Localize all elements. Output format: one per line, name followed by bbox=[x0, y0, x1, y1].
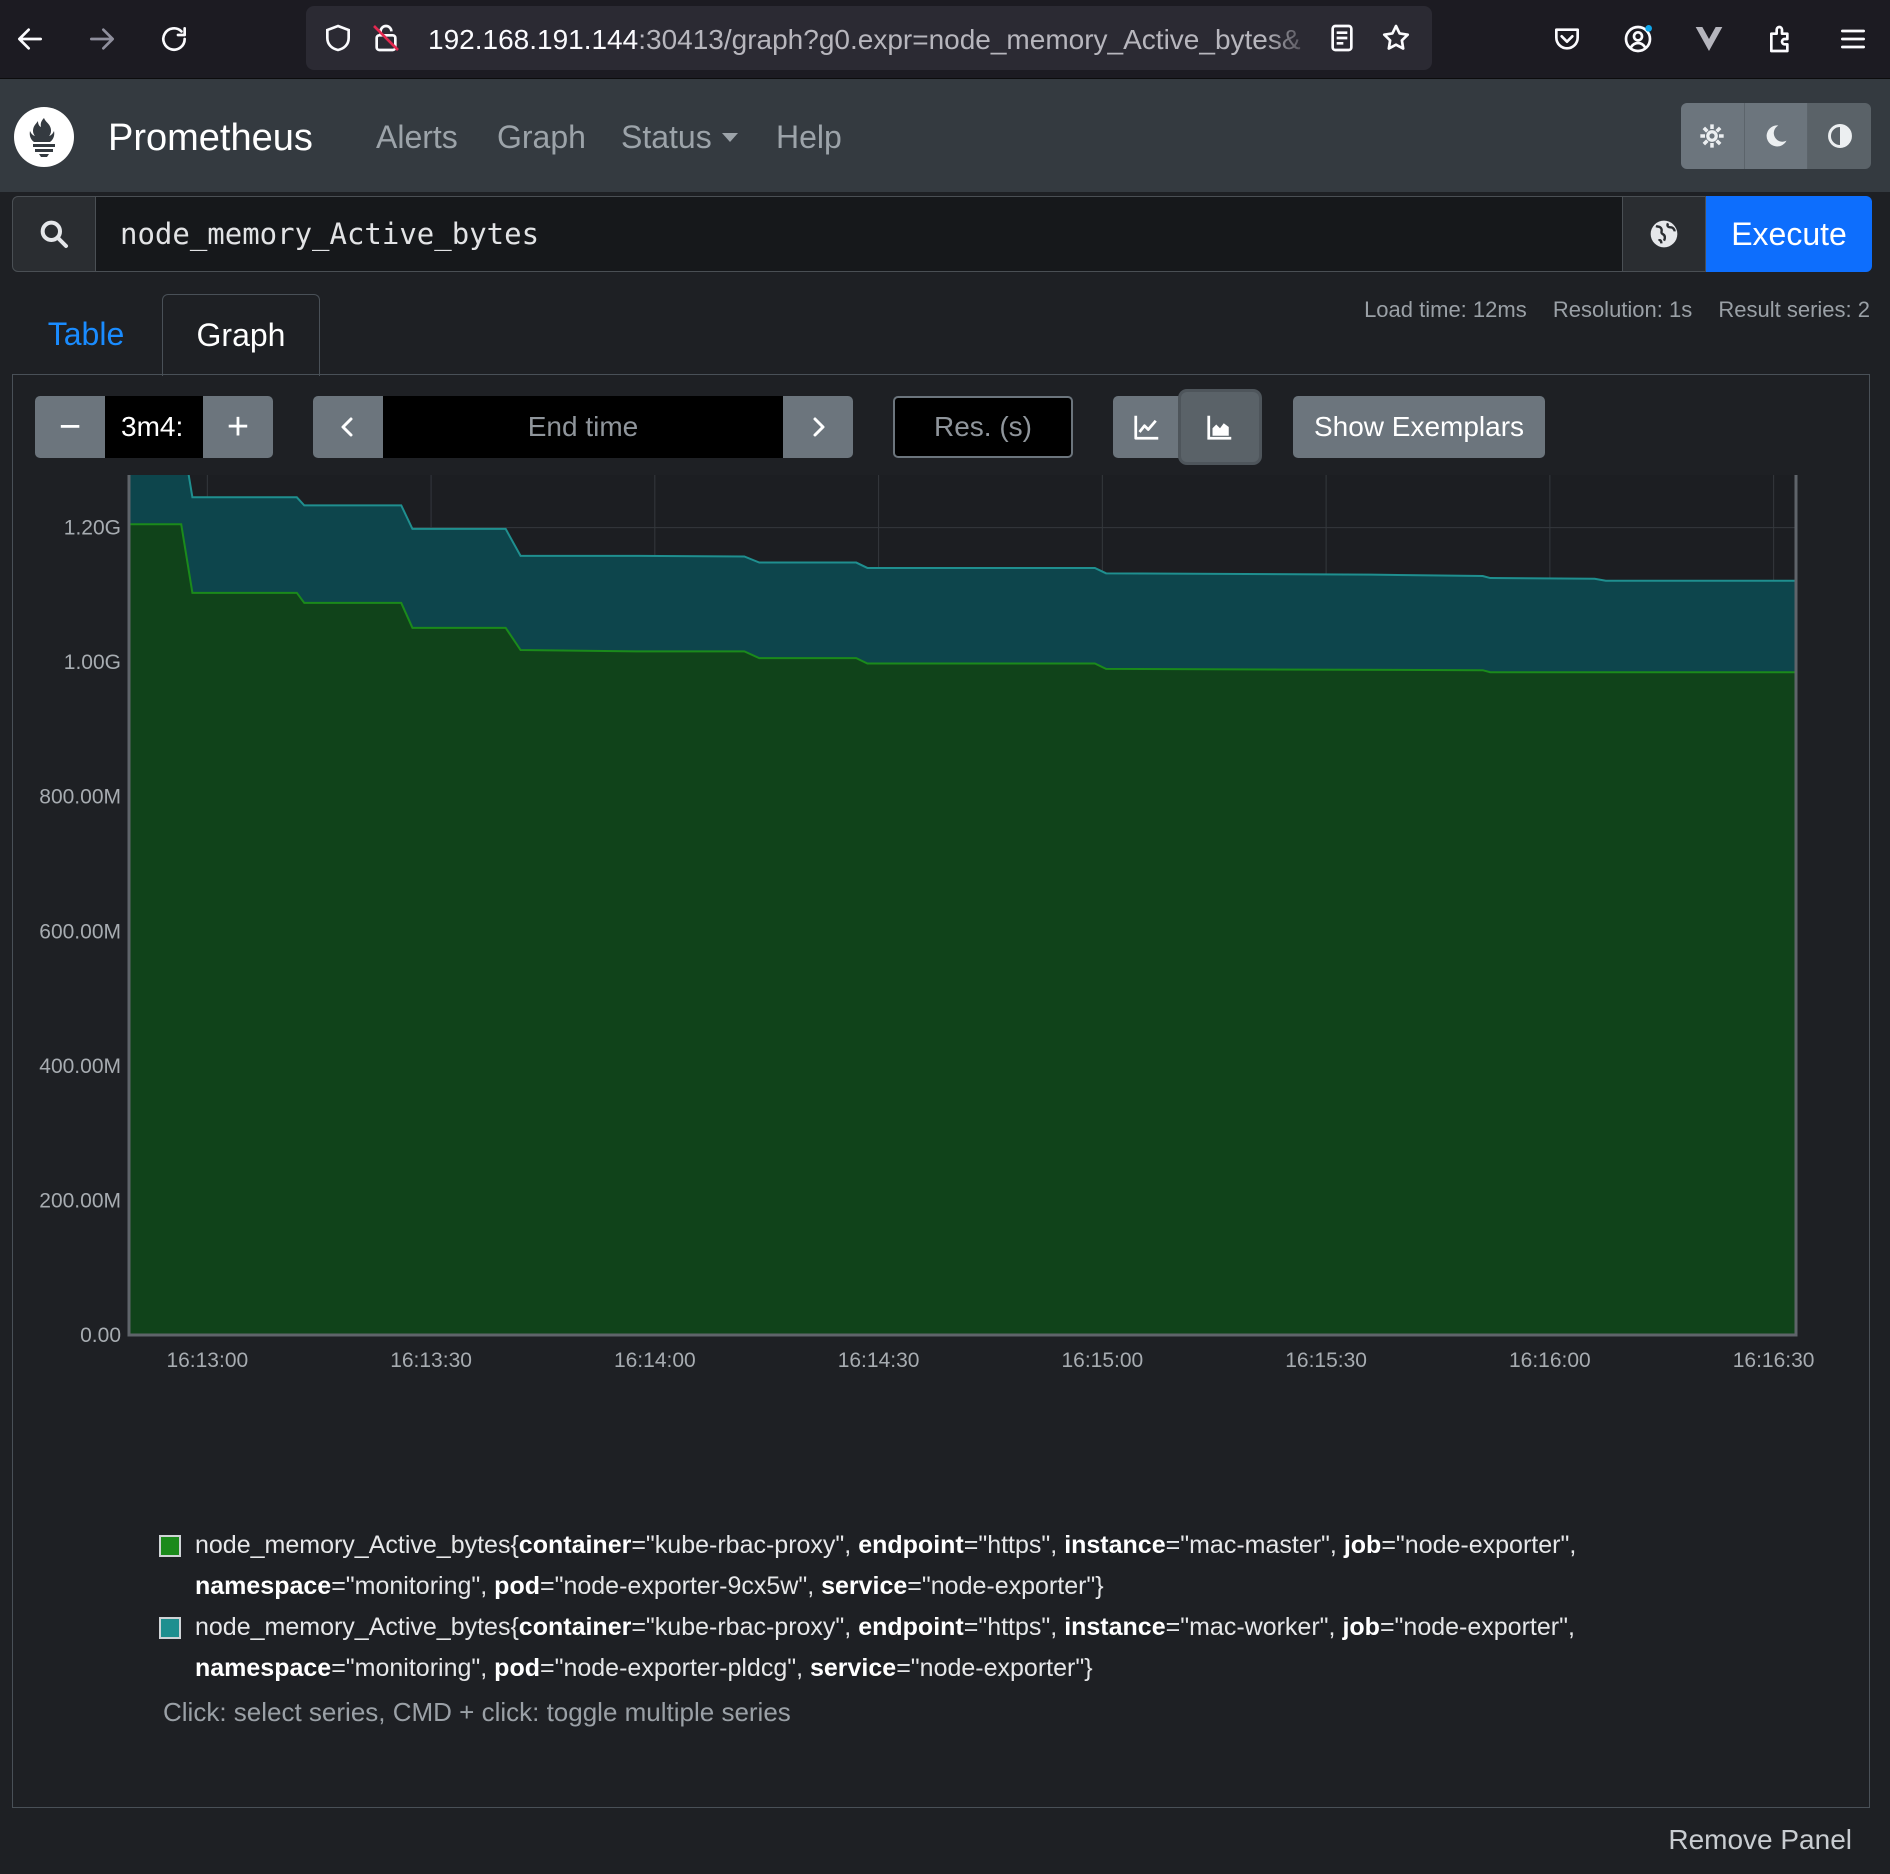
legend-item[interactable]: node_memory_Active_bytes{container="kube… bbox=[159, 1607, 1719, 1689]
legend-label-key: container bbox=[518, 1531, 632, 1559]
legend-label-key: namespace bbox=[195, 1572, 332, 1600]
legend-label-key: service bbox=[821, 1572, 908, 1600]
tab-table[interactable]: Table bbox=[12, 294, 160, 374]
shield-icon[interactable] bbox=[322, 22, 354, 54]
show-exemplars-button[interactable]: Show Exemplars bbox=[1293, 396, 1545, 458]
y-tick-label: 400.00M bbox=[39, 1055, 121, 1078]
end-time-input[interactable]: End time bbox=[383, 396, 783, 458]
expression-input[interactable]: node_memory_Active_bytes bbox=[96, 196, 1622, 272]
nav-link-graph[interactable]: Graph bbox=[497, 119, 586, 156]
range-input[interactable]: 3m4: bbox=[105, 396, 203, 458]
area-chart-icon bbox=[1207, 415, 1232, 440]
y-tick-label: 600.00M bbox=[39, 920, 121, 943]
range-decrease-button[interactable]: − bbox=[35, 396, 105, 458]
bookmark-star-icon[interactable] bbox=[1380, 22, 1412, 54]
nav-link-status-label: Status bbox=[621, 119, 712, 155]
legend-color-swatch bbox=[159, 1535, 181, 1557]
y-tick-label: 800.00M bbox=[39, 786, 121, 809]
end-time-forward-button[interactable] bbox=[783, 396, 853, 458]
nav-link-help[interactable]: Help bbox=[776, 119, 842, 156]
reload-icon[interactable] bbox=[149, 14, 199, 64]
range-increase-button[interactable]: + bbox=[203, 396, 273, 458]
y-tick-label: 200.00M bbox=[39, 1189, 121, 1212]
legend-label-key: instance bbox=[1064, 1613, 1166, 1641]
legend-label-key: instance bbox=[1064, 1531, 1166, 1559]
legend-label-key: pod bbox=[494, 1572, 540, 1600]
legend-item[interactable]: node_memory_Active_bytes{container="kube… bbox=[159, 1525, 1719, 1607]
legend-label-key: endpoint bbox=[858, 1613, 964, 1641]
chart-type-toggle bbox=[1113, 392, 1259, 462]
load-time: Load time: 12ms bbox=[1364, 297, 1527, 322]
vue-devtools-icon[interactable] bbox=[1684, 14, 1734, 64]
resolution-input[interactable]: Res. (s) bbox=[893, 396, 1073, 458]
x-tick-label: 16:15:30 bbox=[1285, 1349, 1367, 1372]
legend-series-label: node_memory_Active_bytes{container="kube… bbox=[195, 1613, 1575, 1682]
resolution: Resolution: 1s bbox=[1552, 297, 1693, 322]
contrast-icon bbox=[1827, 124, 1852, 148]
back-arrow-icon[interactable] bbox=[5, 14, 55, 64]
y-tick-label: 1.20G bbox=[64, 517, 121, 540]
account-icon[interactable] bbox=[1613, 14, 1663, 64]
graph-chart[interactable]: 0.00 200.00M 400.00M 600.00M 800.00M 1.00G 1.2… bbox=[13, 475, 1869, 1555]
x-tick-label: 16:13:00 bbox=[166, 1349, 248, 1372]
graph-panel: − 3m4: + End time Res. (s) Show Exemplar… bbox=[12, 374, 1870, 1808]
sun-gear-icon bbox=[1700, 124, 1724, 148]
legend-label-key: namespace bbox=[195, 1654, 332, 1682]
query-stats: Load time: 12ms Resolution: 1s Result se… bbox=[1344, 297, 1870, 323]
extensions-icon[interactable] bbox=[1757, 14, 1807, 64]
search-icon bbox=[12, 196, 96, 272]
caret-down-icon bbox=[721, 133, 738, 142]
theme-switcher bbox=[1681, 103, 1871, 169]
remove-panel-link[interactable]: Remove Panel bbox=[1668, 1824, 1852, 1856]
url-text[interactable]: 192.168.191.144:30413/graph?g0.expr=node… bbox=[428, 24, 1318, 56]
legend-hint: Click: select series, CMD + click: toggl… bbox=[163, 1697, 791, 1727]
stacked-chart-button[interactable] bbox=[1181, 392, 1259, 462]
y-tick-label: 1.00G bbox=[64, 651, 121, 674]
nav-link-status[interactable]: Status bbox=[621, 119, 738, 156]
legend-label-key: endpoint bbox=[858, 1531, 964, 1559]
menu-icon[interactable] bbox=[1828, 14, 1878, 64]
forward-arrow-icon[interactable] bbox=[77, 14, 127, 64]
chevron-left-icon bbox=[341, 417, 353, 437]
y-tick-label: 0.00 bbox=[80, 1324, 121, 1347]
moon-icon bbox=[1766, 125, 1787, 147]
legend-label-key: service bbox=[809, 1654, 897, 1682]
brand-name[interactable]: Prometheus bbox=[108, 117, 313, 160]
line-chart-button[interactable] bbox=[1113, 396, 1181, 458]
chevron-right-icon bbox=[813, 417, 825, 437]
line-chart-icon bbox=[1134, 415, 1159, 440]
nav-link-alerts[interactable]: Alerts bbox=[376, 119, 458, 156]
pocket-icon[interactable] bbox=[1542, 14, 1592, 64]
x-tick-label: 16:16:00 bbox=[1509, 1349, 1591, 1372]
insecure-lock-icon[interactable] bbox=[370, 22, 402, 54]
top-navbar: Prometheus Alerts Graph Status Help bbox=[0, 79, 1890, 192]
theme-auto-button[interactable] bbox=[1808, 103, 1871, 169]
x-tick-label: 16:15:00 bbox=[1061, 1349, 1143, 1372]
legend-color-swatch bbox=[159, 1617, 181, 1639]
url-bar[interactable]: 192.168.191.144:30413/graph?g0.expr=node… bbox=[306, 6, 1432, 70]
metrics-explorer-globe-icon[interactable] bbox=[1622, 196, 1706, 272]
theme-light-button[interactable] bbox=[1681, 103, 1745, 169]
x-tick-label: 16:14:30 bbox=[838, 1349, 920, 1372]
reader-view-icon[interactable] bbox=[1326, 22, 1358, 54]
x-tick-label: 16:13:30 bbox=[390, 1349, 472, 1372]
legend-label-key: job bbox=[1342, 1613, 1380, 1641]
prometheus-logo-icon[interactable] bbox=[14, 107, 74, 167]
theme-dark-button[interactable] bbox=[1744, 103, 1809, 169]
legend-series-label: node_memory_Active_bytes{container="kube… bbox=[195, 1531, 1577, 1600]
x-tick-label: 16:16:30 bbox=[1733, 1349, 1815, 1372]
legend-label-key: container bbox=[518, 1613, 632, 1641]
expression-row: node_memory_Active_bytes Execute bbox=[12, 196, 1872, 272]
legend-label-key: job bbox=[1343, 1531, 1382, 1559]
range-controls: − 3m4: + bbox=[35, 396, 273, 458]
end-time-back-button[interactable] bbox=[313, 396, 383, 458]
legend-label-key: pod bbox=[494, 1654, 540, 1682]
x-tick-label: 16:14:00 bbox=[614, 1349, 696, 1372]
browser-toolbar: 192.168.191.144:30413/graph?g0.expr=node… bbox=[0, 0, 1890, 79]
end-time-controls: End time bbox=[313, 396, 853, 458]
result-series: Result series: 2 bbox=[1718, 297, 1870, 322]
execute-button[interactable]: Execute bbox=[1706, 196, 1872, 272]
tab-graph[interactable]: Graph bbox=[162, 294, 320, 376]
